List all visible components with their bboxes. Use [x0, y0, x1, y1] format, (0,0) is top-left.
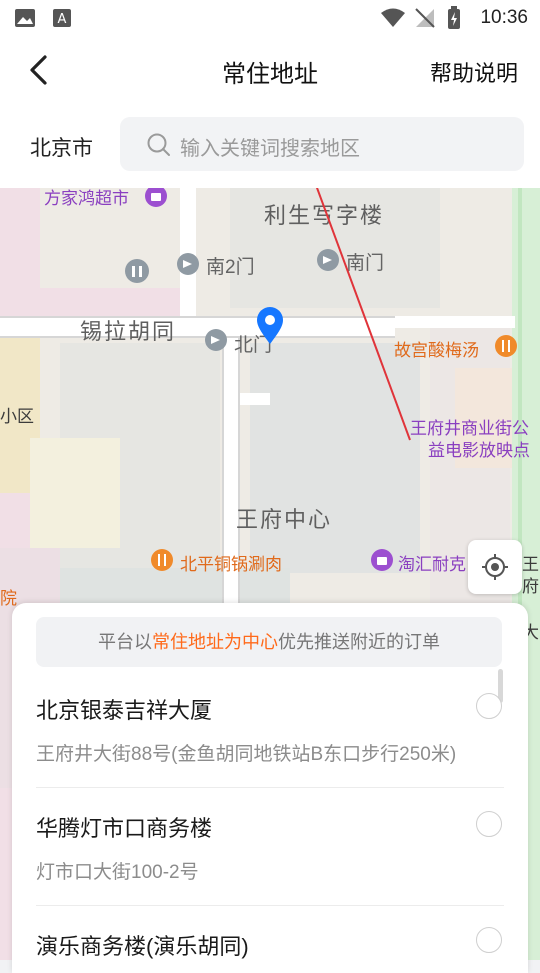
- status-time: 10:36: [480, 7, 528, 28]
- info-tip: 平台以常住地址为中心优先推送附近的订单: [36, 617, 502, 667]
- svg-text:A: A: [58, 12, 67, 27]
- address-name: 演乐商务楼(演乐胡同): [36, 934, 249, 959]
- app-notification-icon: A: [53, 9, 71, 27]
- address-sheet: 平台以常住地址为中心优先推送附近的订单 北京银泰吉祥大厦 王府井大街88号(金鱼…: [12, 603, 528, 973]
- gallery-icon: [15, 9, 35, 27]
- search-bar: 北京市 输入关键词搜索地区: [0, 102, 540, 188]
- address-radio[interactable]: [476, 693, 502, 719]
- divider: [36, 787, 504, 788]
- address-detail: 灯市口大街100-2号: [36, 862, 199, 883]
- city-selector[interactable]: 北京市: [30, 132, 93, 162]
- search-placeholder: 输入关键词搜索地区: [180, 138, 360, 160]
- top-nav-bar: 常住地址 帮助说明: [0, 36, 540, 103]
- address-name: 北京银泰吉祥大厦: [36, 698, 213, 723]
- status-bar: A 10:36: [0, 0, 540, 36]
- address-detail: 王府井大街88号(金鱼胡同地铁站B东口步行250米): [36, 744, 457, 765]
- address-item[interactable]: 演乐商务楼(演乐胡同): [12, 915, 528, 973]
- address-name: 华腾灯市口商务楼: [36, 816, 213, 841]
- battery-charging-icon: [448, 6, 460, 29]
- no-signal-icon: [415, 8, 435, 28]
- address-item[interactable]: 北京银泰吉祥大厦 王府井大街88号(金鱼胡同地铁站B东口步行250米): [12, 679, 528, 789]
- tip-suffix: 优先推送附近的订单: [278, 632, 440, 652]
- address-item[interactable]: 华腾灯市口商务楼 灯市口大街100-2号: [12, 797, 528, 907]
- locate-button[interactable]: [468, 540, 522, 594]
- tip-highlight: 常住地址为中心: [152, 632, 278, 652]
- address-radio[interactable]: [476, 811, 502, 837]
- divider: [36, 905, 504, 906]
- wifi-icon: [381, 8, 405, 27]
- crosshair-icon: [482, 554, 508, 580]
- help-link[interactable]: 帮助说明: [430, 56, 518, 88]
- search-icon: [147, 133, 170, 156]
- search-input[interactable]: 输入关键词搜索地区: [120, 117, 524, 171]
- tip-prefix: 平台以: [98, 632, 152, 652]
- address-radio[interactable]: [476, 927, 502, 953]
